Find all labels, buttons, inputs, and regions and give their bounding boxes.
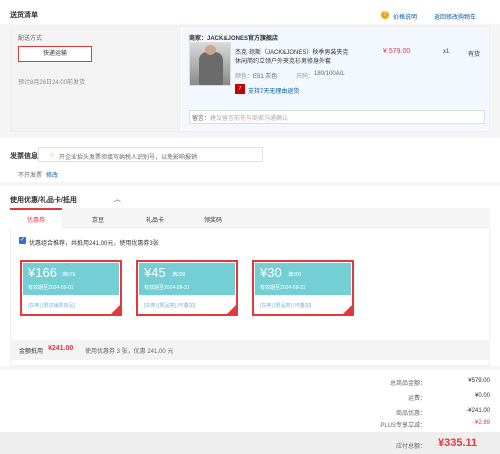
stock-status: 有货 <box>468 52 481 58</box>
tab-gift-card[interactable]: 礼品卡 <box>146 215 164 224</box>
tab-coupons[interactable]: 优惠券 <box>27 215 45 224</box>
invoice-tip-text: 开企业抬头发票须填写纳税人识别号，以免影响报销 <box>59 155 198 161</box>
return-badge-icon: 7 <box>235 84 245 94</box>
coupon-card[interactable]: ¥166 满579 有效期至2024-09-01 [东券] [限店铺限商品] <box>20 260 122 316</box>
summary-label-shipping: 运费： <box>407 396 426 402</box>
product-title-line-1[interactable]: 杰克·琼斯（JACK&JONES）秋季男装夹克 <box>235 47 348 56</box>
coupon-expiry: 有效期至2024-08-31 <box>260 285 306 291</box>
size-label: 尺码： <box>296 74 315 80</box>
bulb-icon: ○ <box>50 152 55 159</box>
total-label: 应付总额： <box>396 444 427 450</box>
summary-value-discount: -¥241.00 <box>466 408 490 414</box>
coupon-footer-amount: ¥241.00 <box>48 345 74 352</box>
coupon-expiry: 有效期至2024-08-31 <box>144 285 190 291</box>
size-value: 180/100A/L <box>314 71 345 77</box>
invoice-edit-link[interactable]: 修改 <box>46 170 58 179</box>
page-title: 送货清单 <box>10 12 38 19</box>
invoice-status: 不开发票 <box>18 173 43 179</box>
coupon-card[interactable]: ¥45 满299 有效期至2024-08-31 [东券] [限品类] [可叠加] <box>136 260 238 316</box>
page-header <box>0 0 500 24</box>
back-to-cart-link[interactable]: 返回修改购物车 <box>434 12 476 21</box>
color-value: E51 灰色 <box>253 74 278 80</box>
recommend-text: 优惠组合推荐，共抵用241.00元，使用优惠券3张 <box>29 241 159 247</box>
summary-value-goods: ¥579.00 <box>468 378 490 384</box>
summary-label-plus: PLUS专享立减： <box>380 423 426 429</box>
summary-label-goods: 总商品金额： <box>389 381 426 387</box>
color-label: 颜色： <box>235 74 254 80</box>
delivery-eta: 预计8月28日24:00前发货 <box>18 80 86 86</box>
summary-value-shipping: ¥0.00 <box>474 393 490 399</box>
coupon-condition: 满299 <box>172 272 186 278</box>
invoice-title: 发票信息 <box>10 153 38 160</box>
selected-check-icon <box>227 305 236 314</box>
summary-value-plus: -¥2.89 <box>472 420 490 426</box>
coupon-amount: ¥166 <box>28 265 57 280</box>
coupon-footer-label: 金额抵用 <box>19 349 44 355</box>
store-name[interactable]: 商家：JACK&JONES官方旗舰店 <box>189 33 278 42</box>
remark-placeholder[interactable]: 建议留言前先与商家沟通确认 <box>210 113 288 122</box>
tab-jingdou[interactable]: 京豆 <box>92 215 104 224</box>
coupon-tags: [东券] [限店铺限商品] <box>28 303 75 309</box>
coupon-amount: ¥45 <box>144 265 166 280</box>
coupon-section-title[interactable]: 使用优惠/礼品卡/抵用 <box>10 195 77 205</box>
coupon-tags: [东券] [限品类] [可叠加] <box>144 303 196 309</box>
coupon-amount: ¥30 <box>260 265 282 280</box>
tab-reward-code[interactable]: 领奖码 <box>204 215 222 224</box>
coupon-expiry: 有效期至2024-09-01 <box>28 285 74 291</box>
coupon-tabbar <box>10 208 490 228</box>
return-policy[interactable]: 支持7天无理由退货 <box>248 86 299 95</box>
delivery-method-label: 配送方式 <box>18 36 43 42</box>
selected-check-icon <box>343 305 352 314</box>
chevron-up-icon[interactable]: ︿ <box>114 194 121 204</box>
selected-check-icon <box>111 305 120 314</box>
express-shipping-button[interactable]: 快递运输 <box>18 46 92 62</box>
recommend-checkbox[interactable]: ✓ <box>19 237 26 244</box>
help-icon[interactable]: ? <box>381 11 389 19</box>
coupon-condition: 满300 <box>288 272 302 278</box>
coupon-card[interactable]: ¥30 满300 有效期至2024-08-31 [东券] [限品类] [可叠加] <box>252 260 354 316</box>
product-image[interactable] <box>189 42 231 86</box>
remark-label: 留言： <box>192 116 211 122</box>
summary-label-discount: 商品优惠： <box>395 411 426 417</box>
coupon-condition: 满579 <box>62 272 76 278</box>
product-title-line-2[interactable]: 休闲简约立领户外夹克衫男修身外套 <box>235 56 331 65</box>
coupon-footer-desc: 使用优惠券 3 张，优惠 241.00 元 <box>85 349 174 355</box>
coupon-tags: [东券] [限品类] [可叠加] <box>260 303 312 309</box>
product-qty: x1 <box>443 49 450 55</box>
product-price: ¥ 579.00 <box>383 48 411 55</box>
total-amount: ¥335.11 <box>438 437 478 449</box>
coupon-footer <box>10 340 490 360</box>
price-help-link[interactable]: 价格说明 <box>393 12 417 21</box>
